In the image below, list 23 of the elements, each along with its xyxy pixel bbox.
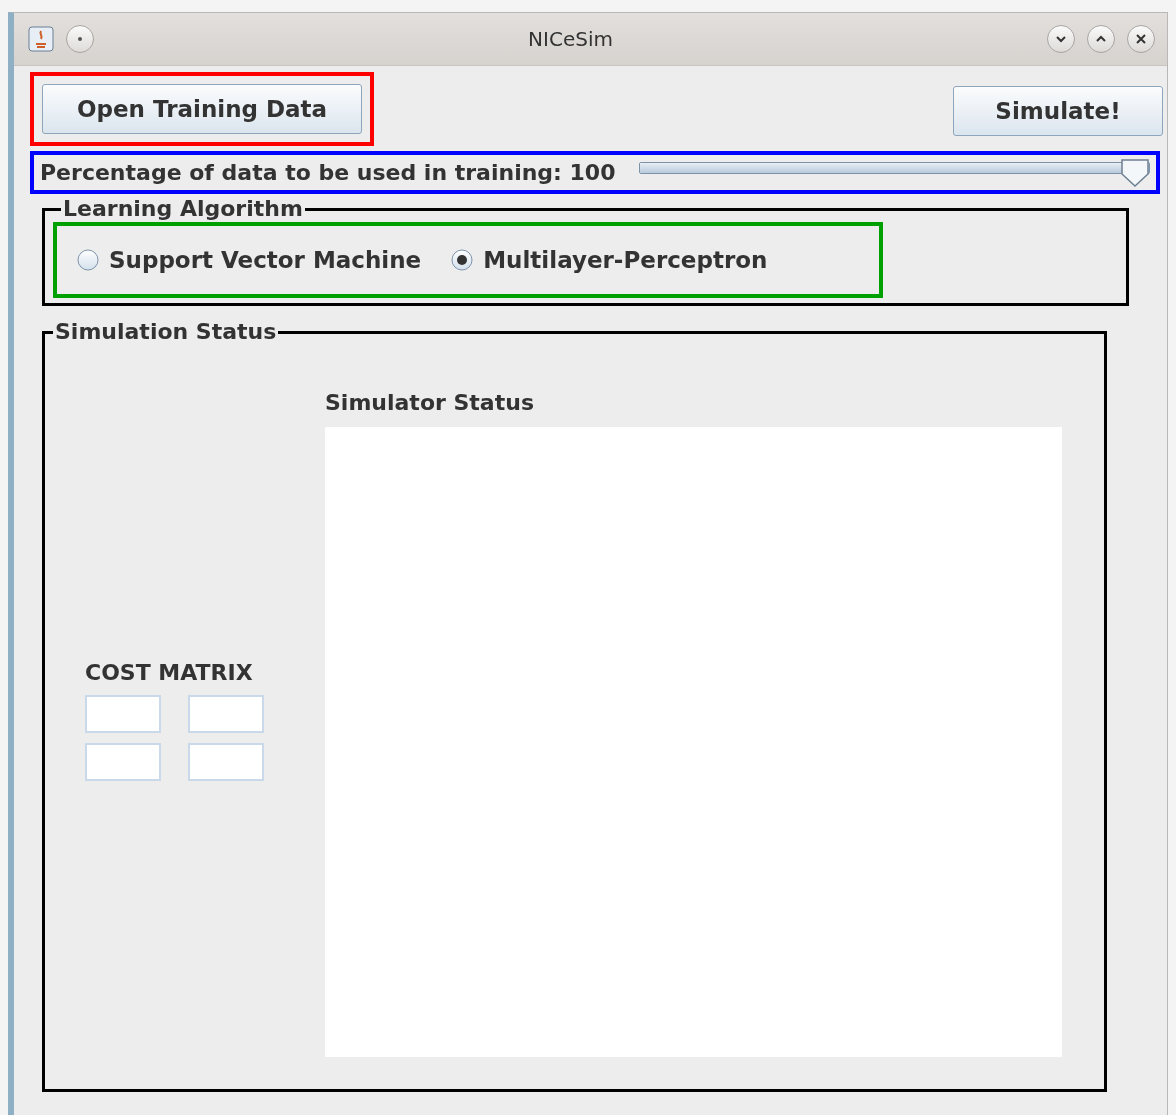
group-title: Learning Algorithm xyxy=(62,200,304,218)
slider-thumb[interactable] xyxy=(1120,157,1150,188)
open-training-data-button[interactable]: Open Training Data xyxy=(42,84,363,134)
app-icon[interactable] xyxy=(28,26,54,52)
window-title: NICeSim xyxy=(527,27,614,51)
maximize-button[interactable] xyxy=(1087,25,1115,53)
group-title: Simulation Status xyxy=(54,322,278,342)
radio-option[interactable]: Support Vector Machine xyxy=(77,247,422,273)
cost-matrix-label: COST MATRIX xyxy=(85,660,254,685)
dot-icon xyxy=(77,36,83,42)
cost-input-field[interactable] xyxy=(85,743,161,781)
cost-input-field[interactable] xyxy=(85,695,161,733)
menu-button[interactable] xyxy=(66,25,94,53)
training-percentage-label: Percentage of data to be used in training: 100 xyxy=(40,160,616,185)
cost-input-field[interactable] xyxy=(188,743,264,781)
close-button[interactable] xyxy=(1127,25,1155,53)
simulate-button[interactable]: Simulate! xyxy=(953,86,1163,136)
radio-option[interactable]: Multilayer-Perceptron xyxy=(451,247,768,273)
cost-input-field[interactable] xyxy=(188,695,264,733)
minimize-button[interactable] xyxy=(1047,25,1075,53)
close-icon xyxy=(1134,32,1148,46)
simulator-status-label: Simulator Status xyxy=(325,390,535,415)
slider[interactable] xyxy=(639,157,1150,188)
